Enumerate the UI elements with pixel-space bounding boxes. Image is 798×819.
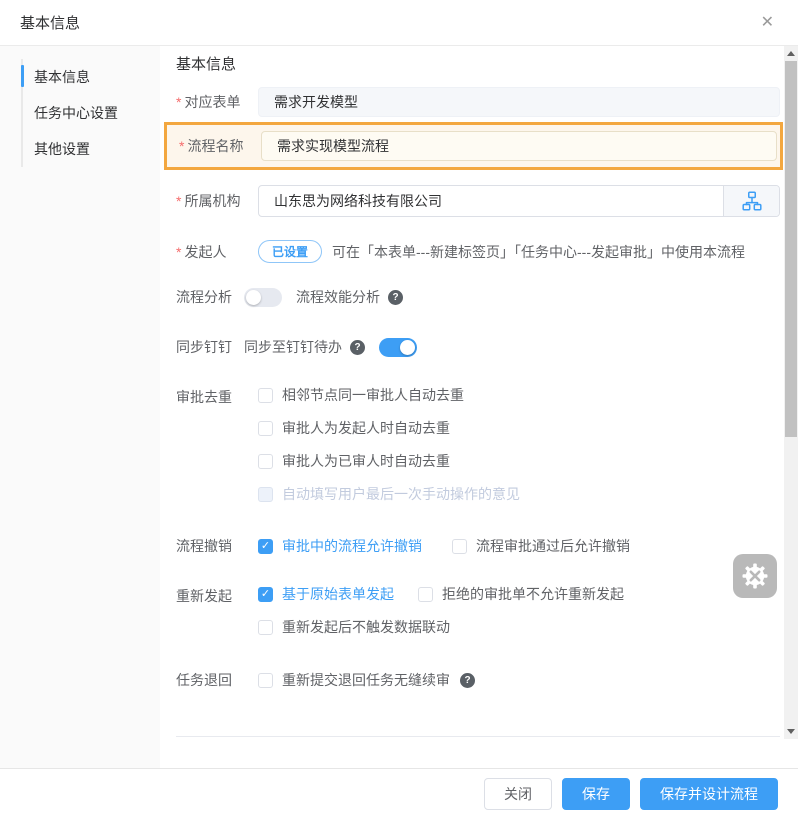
- dialog-body: 基本信息 任务中心设置 其他设置 基本信息 * 对应表单 需求开发模型 * 流程名称: [0, 46, 798, 768]
- field-label: * 流程名称: [179, 138, 244, 154]
- checkbox-icon: [258, 587, 273, 602]
- checkbox-autofill-last-manual-opinion: 自动填写用户最后一次手动操作的意见: [258, 486, 520, 503]
- scrollbar-up-arrow-icon[interactable]: [787, 51, 795, 56]
- help-icon[interactable]: [350, 339, 365, 355]
- org-chart-icon: [741, 191, 762, 211]
- process-name-highlight-box: * 流程名称 需求实现模型流程: [164, 122, 783, 170]
- scrollbar-down-arrow-icon[interactable]: [787, 729, 795, 734]
- field-process-revoke: 流程撤销 审批中的流程允许撤销 流程审批通过后允许撤销: [176, 536, 780, 556]
- sidebar-menu: 基本信息 任务中心设置 其他设置: [21, 59, 160, 167]
- field-process-analysis: 流程分析 流程效能分析: [176, 287, 780, 307]
- checkbox-revoke-after-approved[interactable]: 流程审批通过后允许撤销: [452, 538, 630, 555]
- checkbox-icon: [258, 454, 273, 469]
- process-analysis-toggle[interactable]: [244, 287, 282, 307]
- checkbox-icon: [258, 672, 273, 688]
- help-icon[interactable]: [460, 672, 475, 688]
- sidebar: 基本信息 任务中心设置 其他设置: [0, 46, 160, 768]
- save-and-design-button[interactable]: 保存并设计流程: [640, 778, 778, 810]
- dialog-title: 基本信息: [20, 15, 81, 32]
- required-asterisk: *: [176, 94, 182, 110]
- field-corresponding-form: * 对应表单 需求开发模型: [176, 87, 780, 117]
- checkbox-revoke-in-approval[interactable]: 审批中的流程允许撤销: [258, 538, 422, 555]
- checkbox-icon: [258, 388, 273, 403]
- settings-gear-button[interactable]: [733, 554, 777, 598]
- checkbox-icon: [258, 421, 273, 436]
- checkbox-dedup-approver-is-initiator[interactable]: 审批人为发起人时自动去重: [258, 420, 520, 437]
- field-process-name: * 流程名称 需求实现模型流程: [179, 131, 777, 161]
- checkbox-dedup-approver-already-approved[interactable]: 审批人为已审人时自动去重: [258, 453, 520, 470]
- field-label: * 对应表单: [176, 94, 241, 110]
- field-reinitiate: 重新发起 基于原始表单发起 拒绝的审批单不允许重新发起 重新发起后不触发: [176, 586, 780, 636]
- content-bottom-divider: [176, 736, 780, 737]
- scrollbar-thumb[interactable]: [785, 61, 797, 437]
- checkbox-rejected-cannot-reinitiate[interactable]: 拒绝的审批单不允许重新发起: [418, 586, 624, 603]
- dialog-footer: 关闭 保存 保存并设计流程: [0, 768, 798, 819]
- toggle-knob: [400, 339, 415, 355]
- field-label: * 发起人: [176, 243, 227, 260]
- initiator-set-badge[interactable]: 已设置: [258, 240, 323, 263]
- options-line: 基于原始表单发起 拒绝的审批单不允许重新发起: [258, 586, 624, 603]
- checkbox-icon: [258, 487, 273, 502]
- field-label: 任务退回: [176, 672, 232, 688]
- sidebar-item-basic-info[interactable]: 基本信息: [21, 59, 160, 95]
- required-asterisk: *: [176, 243, 182, 260]
- dialog-header: 基本信息 ✕: [0, 0, 798, 46]
- dingtalk-toggle-label: 同步至钉钉待办: [244, 339, 342, 355]
- field-approval-dedup: 审批去重 相邻节点同一审批人自动去重 审批人为发起人时自动去重 审批人为已审人时…: [176, 387, 780, 503]
- sidebar-item-task-center-settings[interactable]: 任务中心设置: [23, 95, 160, 131]
- settings-form: 基本信息 * 对应表单 需求开发模型 * 流程名称 需求实现模型流程 * 所属机构 山…: [160, 46, 798, 768]
- gear-tools-icon: [742, 563, 768, 589]
- field-task-return: 任务退回 重新提交退回任务无缝续审: [176, 670, 780, 690]
- required-asterisk: *: [179, 138, 185, 154]
- checkbox-icon: [258, 538, 273, 554]
- dedup-options: 相邻节点同一审批人自动去重 审批人为发起人时自动去重 审批人为已审人时自动去重 …: [258, 387, 520, 503]
- field-label: 同步钉钉: [176, 339, 232, 355]
- vertical-scrollbar[interactable]: [784, 46, 798, 739]
- initiator-hint: 可在「本表单---新建标签页」「任务中心---发起审批」中使用本流程: [332, 243, 745, 260]
- field-label: 重新发起: [176, 588, 232, 604]
- toggle-knob: [246, 289, 261, 305]
- checkbox-dedup-adjacent-same-approver[interactable]: 相邻节点同一审批人自动去重: [258, 387, 520, 404]
- checkbox-icon: [452, 538, 467, 554]
- organization-input[interactable]: 山东思为网络科技有限公司: [259, 186, 723, 216]
- options-line: 重新发起后不触发数据联动: [258, 619, 624, 636]
- organization-picker-button[interactable]: [723, 186, 779, 216]
- required-asterisk: *: [176, 193, 182, 209]
- checkbox-icon: [258, 620, 273, 635]
- field-organization: * 所属机构 山东思为网络科技有限公司: [176, 185, 780, 217]
- field-label: 审批去重: [176, 389, 232, 405]
- corresponding-form-input[interactable]: 需求开发模型: [258, 87, 780, 117]
- process-analysis-toggle-label: 流程效能分析: [296, 289, 380, 305]
- field-sync-dingtalk: 同步钉钉 同步至钉钉待办: [176, 337, 780, 357]
- checkbox-reinitiate-from-original-form[interactable]: 基于原始表单发起: [258, 586, 394, 603]
- reinitiate-options: 基于原始表单发起 拒绝的审批单不允许重新发起 重新发起后不触发数据联动: [258, 586, 624, 636]
- checkbox-icon: [418, 587, 433, 602]
- checkbox-resubmit-seamless-review[interactable]: 重新提交退回任务无缝续审: [258, 672, 450, 689]
- process-name-input[interactable]: 需求实现模型流程: [261, 131, 777, 161]
- field-initiator: * 发起人 已设置 可在「本表单---新建标签页」「任务中心---发起审批」中使用…: [176, 240, 780, 263]
- sidebar-item-label: 任务中心设置: [34, 105, 118, 121]
- sync-dingtalk-toggle[interactable]: [379, 337, 417, 357]
- field-label: * 所属机构: [176, 193, 241, 209]
- sidebar-item-label: 其他设置: [34, 141, 90, 157]
- field-label: 流程分析: [176, 289, 232, 305]
- close-button[interactable]: 关闭: [484, 778, 552, 810]
- organization-input-group: 山东思为网络科技有限公司: [258, 185, 780, 217]
- close-icon[interactable]: ✕: [757, 11, 778, 35]
- checkbox-reinitiate-no-data-linkage[interactable]: 重新发起后不触发数据联动: [258, 619, 450, 636]
- field-label: 流程撤销: [176, 538, 232, 554]
- help-icon[interactable]: [388, 289, 403, 305]
- section-heading: 基本信息: [176, 56, 237, 73]
- sidebar-item-other-settings[interactable]: 其他设置: [23, 131, 160, 167]
- save-button[interactable]: 保存: [562, 778, 630, 810]
- sidebar-item-label: 基本信息: [34, 69, 90, 85]
